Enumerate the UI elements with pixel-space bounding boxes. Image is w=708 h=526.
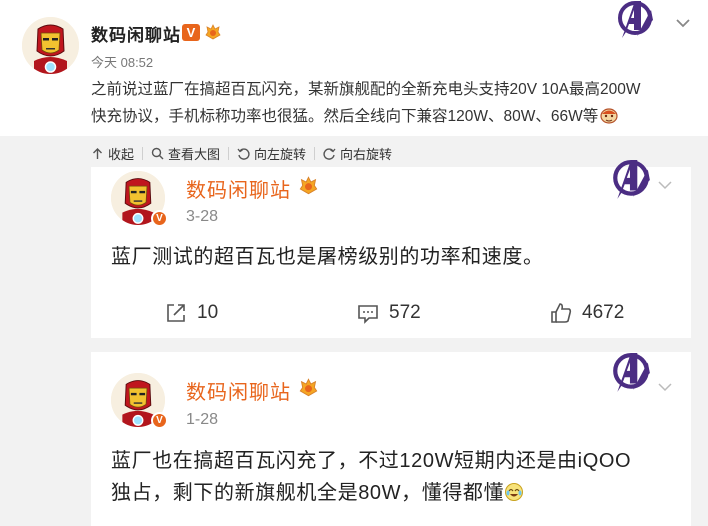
verified-badge: V: [182, 24, 200, 41]
search-icon: [151, 147, 164, 159]
author-avatar[interactable]: [22, 17, 79, 74]
chevron-down-icon[interactable]: [674, 14, 692, 32]
collapse-button[interactable]: 收起: [91, 143, 134, 163]
laugh-cry-emoji-icon: [504, 480, 524, 501]
author-name[interactable]: 数码闲聊站: [91, 21, 181, 46]
rotate-left-icon: [237, 147, 250, 160]
collapse-label: 收起: [108, 146, 135, 162]
comment-text: 蓝厂也在搞超百瓦闪充了，不过120W短期内还是由iQOO 独占，剩下的新旗舰机全…: [111, 445, 681, 509]
post-time: 今天 08:52: [91, 55, 154, 70]
repost-button[interactable]: 10: [165, 298, 218, 328]
comment-count: 572: [389, 302, 421, 323]
comment-card: V 数码闲聊站 1-28 蓝厂也在搞超百瓦闪充了，不过120W短期内还是由iQO…: [91, 352, 691, 526]
chevron-down-icon[interactable]: [656, 176, 674, 194]
doge-emoji-icon: [599, 105, 619, 125]
fan-badge-icon: [298, 175, 319, 196]
rotate-left-label: 向左旋转: [254, 146, 307, 162]
post-text: 之前说过蓝厂在搞超百瓦闪充，某新旗舰配的全新充电头支持20V 10A最高200W…: [91, 76, 691, 130]
repost-count: 10: [197, 302, 219, 323]
rotate-right-label: 向右旋转: [340, 146, 393, 162]
weibo-post: 数码闲聊站 V 今天 08:52 之前说过蓝厂在搞超百瓦闪充，某新旗舰配的全新充…: [0, 0, 708, 136]
comment-text-line1: 蓝厂也在搞超百瓦闪充了，不过120W短期内还是由iQOO: [111, 450, 632, 472]
toolbar-divider: [314, 146, 316, 160]
comment-date: 3-28: [186, 208, 219, 225]
rotate-right-icon: [323, 147, 336, 160]
fan-badge-icon: [204, 23, 222, 41]
avengers-logo-icon: [607, 159, 655, 201]
comment-author-name[interactable]: 数码闲聊站: [186, 376, 291, 405]
image-toolbar: 收起 查看大图 向左旋转 向右旋转: [91, 143, 392, 163]
comment-card: V 数码闲聊站 3-28 蓝厂测试的超百瓦也是屠榜级别的功率和速度。 10 57…: [91, 160, 691, 338]
verified-badge: V: [151, 412, 168, 429]
avengers-logo-icon: [613, 0, 657, 40]
comment-date: 1-28: [186, 411, 219, 428]
like-button[interactable]: 4672: [550, 298, 624, 328]
comment-icon: [358, 305, 378, 324]
comment-author-name[interactable]: 数码闲聊站: [186, 174, 291, 203]
comment-button[interactable]: 572: [357, 298, 421, 328]
post-text-line1: 之前说过蓝厂在搞超百瓦闪充，某新旗舰配的全新充电头支持20V 10A最高200W: [91, 81, 641, 98]
view-large-label: 查看大图: [168, 146, 221, 162]
verified-badge: V: [151, 210, 168, 227]
toolbar-divider: [228, 146, 230, 160]
comment-actions: 10 572 4672: [91, 298, 691, 328]
share-icon: [167, 304, 185, 322]
avengers-logo-icon: [607, 352, 655, 394]
thumbs-up-icon: [551, 303, 572, 323]
comment-text-line2: 独占，剩下的新旗舰机全是80W，懂得都懂: [111, 482, 505, 504]
rotate-right-button[interactable]: 向右旋转: [323, 143, 392, 163]
like-count: 4672: [582, 302, 625, 323]
post-text-line2: 快充协议，手机标称功率也很猛。然后全线向下兼容120W、80W、66W等: [91, 108, 599, 125]
toolbar-divider: [142, 146, 144, 160]
fan-badge-icon: [298, 377, 319, 398]
chevron-down-icon[interactable]: [656, 378, 674, 396]
rotate-left-button[interactable]: 向左旋转: [237, 143, 306, 163]
comment-text: 蓝厂测试的超百瓦也是屠榜级别的功率和速度。: [111, 246, 544, 268]
view-large-button[interactable]: 查看大图: [151, 143, 220, 163]
arrow-up-icon: [93, 147, 102, 159]
